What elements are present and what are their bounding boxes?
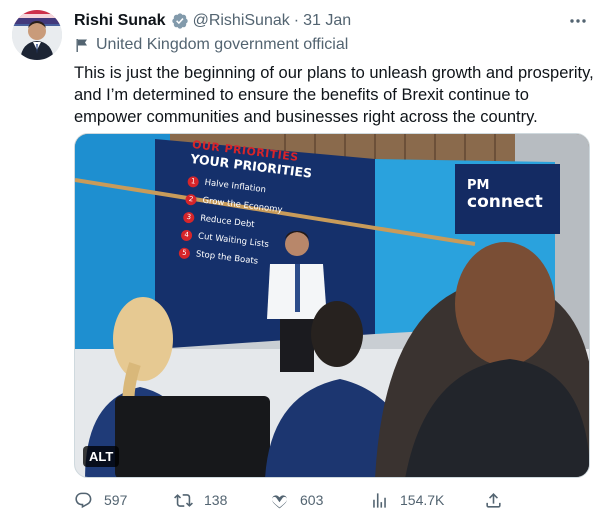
reply-button[interactable]: 597 — [74, 491, 127, 510]
priority-number: 1 — [187, 175, 200, 188]
reply-count: 597 — [104, 492, 128, 508]
more-icon[interactable] — [566, 12, 590, 30]
flag-icon — [76, 39, 87, 52]
priority-number: 4 — [180, 228, 193, 242]
like-count: 603 — [300, 492, 324, 508]
priority-number: 5 — [178, 246, 191, 259]
priority-number: 2 — [184, 193, 198, 206]
like-button[interactable]: 603 — [270, 491, 323, 510]
views-button[interactable]: 154.7K — [370, 491, 444, 510]
author-handle[interactable]: @RishiSunak — [193, 12, 290, 30]
retweet-button[interactable]: 138 — [174, 491, 227, 510]
priority-number: 3 — [182, 210, 195, 224]
share-button[interactable] — [484, 491, 503, 510]
author-name[interactable]: Rishi Sunak — [74, 12, 166, 30]
heart-icon — [271, 494, 288, 508]
tweet-text: This is just the beginning of our plans … — [74, 64, 594, 126]
share-icon — [486, 492, 501, 508]
views-icon — [373, 492, 386, 508]
action-bar: 597 138 603 154.7K — [74, 486, 594, 514]
affiliation-text: United Kingdom government official — [96, 36, 349, 53]
tweet-date[interactable]: 31 Jan — [303, 12, 351, 30]
tweet-photo[interactable]: OUR PRIORITIES YOUR PRIORITIES 1 Halve I… — [74, 133, 590, 478]
views-count: 154.7K — [400, 492, 445, 508]
priority-label: Stop the Boats — [195, 249, 259, 267]
tweet-header: Rishi Sunak @RishiSunak · 31 Jan — [74, 10, 351, 32]
alt-text-button[interactable]: ALT — [83, 446, 120, 467]
reply-icon — [75, 492, 92, 508]
logo-line-2: connect — [467, 192, 543, 212]
avatar[interactable] — [12, 10, 62, 60]
retweet-count: 138 — [204, 492, 228, 508]
verified-badge-icon[interactable] — [171, 12, 189, 30]
priorities-banner: OUR PRIORITIES YOUR PRIORITIES 1 Halve I… — [178, 138, 315, 276]
pm-connect-logo: PM connect — [467, 178, 543, 212]
retweet-icon — [174, 493, 193, 507]
affiliation-label[interactable]: United Kingdom government official — [74, 35, 348, 55]
avatar-image — [12, 10, 62, 60]
separator-dot: · — [293, 12, 300, 29]
